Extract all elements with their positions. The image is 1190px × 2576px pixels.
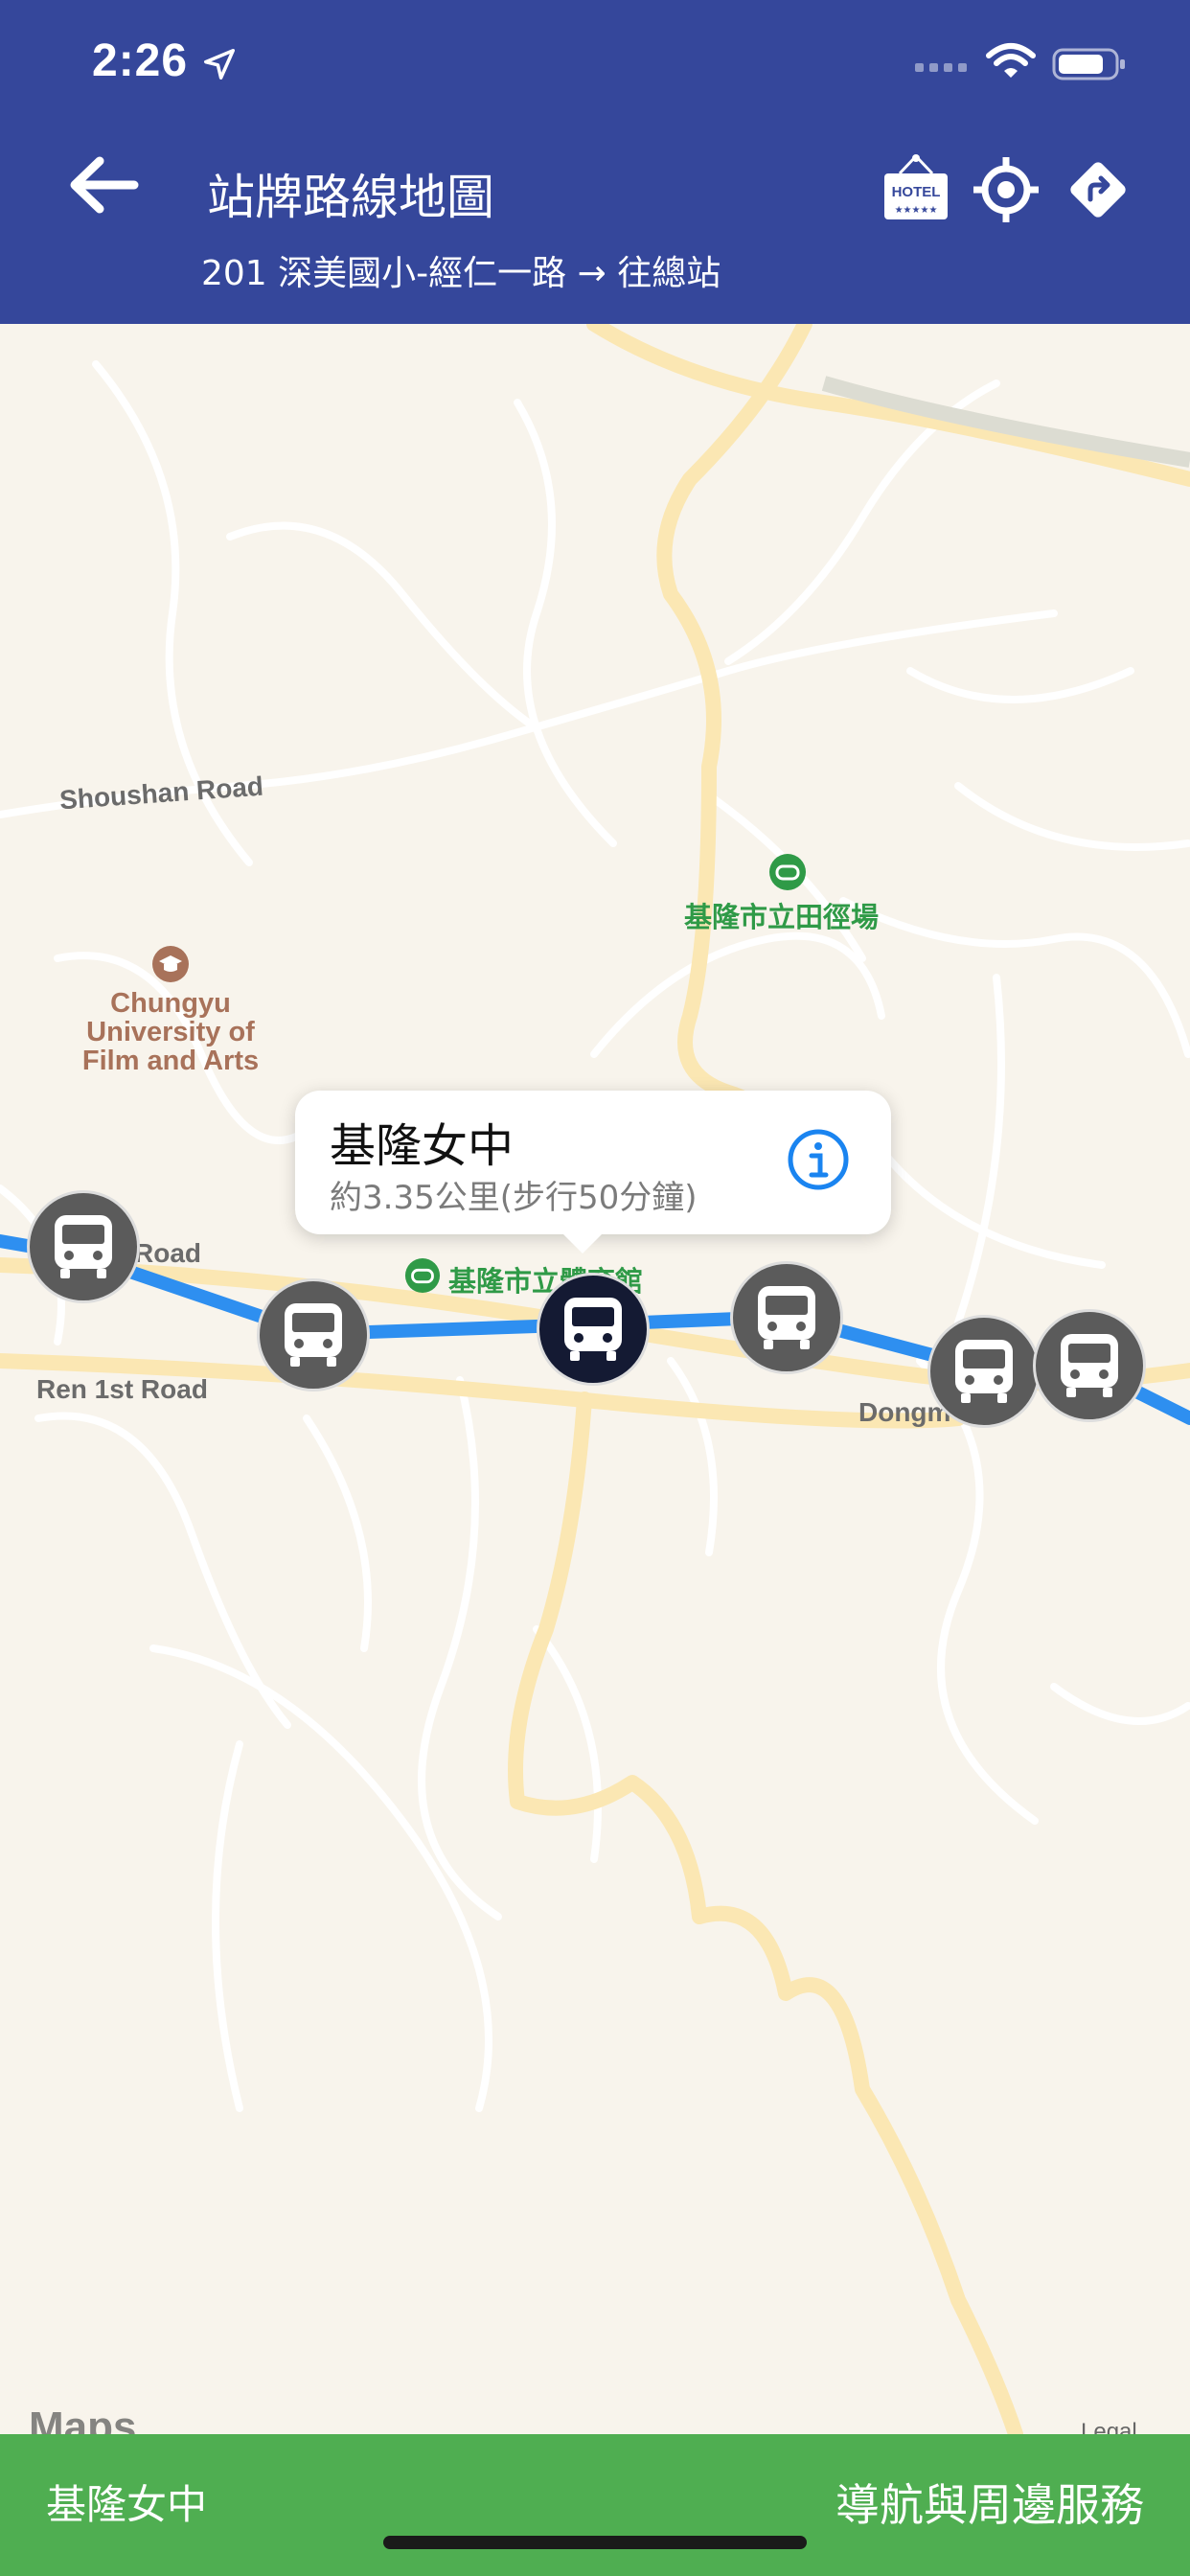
bus-icon: [758, 1286, 815, 1349]
poi-university[interactable]: Chungyu University of Film and Arts: [67, 989, 274, 1075]
nav-header: 2:26 站牌路線地圖 201 深美國小-經仁一路 → 往總站 HOTEL ★★…: [0, 0, 1190, 324]
road-label-ren1st: Ren 1st Road: [36, 1374, 208, 1404]
bus-icon: [955, 1340, 1013, 1403]
svg-text:HOTEL: HOTEL: [892, 184, 941, 200]
directions-icon: [1070, 162, 1126, 218]
bus-icon: [1061, 1334, 1118, 1397]
battery-icon: [1052, 48, 1125, 80]
cellular-signal-icon: [915, 63, 967, 72]
hotel-icon: HOTEL ★★★★★: [884, 154, 948, 219]
university-poi-icon: [152, 946, 189, 982]
home-indicator[interactable]: [383, 2536, 807, 2549]
selected-stop-name: 基隆女中: [46, 2481, 208, 2528]
callout-detail: 約3.35公里(步行50分鐘): [330, 1179, 698, 1217]
status-time: 2:26: [92, 35, 189, 86]
bottom-bar: 基隆女中 導航與周邊服務: [0, 2434, 1190, 2576]
bus-stop-marker[interactable]: [927, 1315, 1041, 1428]
locate-icon: [973, 157, 1039, 222]
gym-poi-icon: [404, 1257, 441, 1294]
poi-stadium[interactable]: 基隆市立田徑場: [684, 895, 879, 935]
bus-stop-marker[interactable]: [1033, 1309, 1146, 1422]
road-label-left: Road: [134, 1238, 201, 1268]
wifi-icon: [986, 43, 1036, 78]
bus-icon: [55, 1215, 112, 1278]
back-button[interactable]: [57, 142, 149, 228]
legal-link[interactable]: Legal: [1081, 2419, 1137, 2434]
stop-callout[interactable]: 基隆女中 約3.35公里(步行50分鐘): [295, 1091, 891, 1254]
directions-button[interactable]: [1058, 150, 1138, 230]
bus-stop-marker-selected[interactable]: [537, 1273, 650, 1386]
hotel-button[interactable]: HOTEL ★★★★★: [876, 150, 956, 230]
bus-stop-marker[interactable]: [730, 1261, 843, 1374]
bus-icon: [564, 1298, 622, 1361]
bus-stop-marker[interactable]: [257, 1278, 370, 1392]
bus-stop-marker[interactable]: [27, 1190, 140, 1303]
location-arrow-icon: [204, 49, 235, 80]
stadium-poi-icon: [769, 854, 806, 890]
page-title: 站牌路線地圖: [207, 170, 494, 225]
maps-brand: Maps: [29, 2404, 137, 2434]
callout-stop-name: 基隆女中: [330, 1119, 515, 1173]
locate-button[interactable]: [966, 150, 1046, 230]
info-icon[interactable]: [786, 1127, 851, 1192]
bus-icon: [285, 1303, 342, 1367]
svg-text:★★★★★: ★★★★★: [895, 205, 938, 216]
route-subtitle: 201 深美國小-經仁一路 → 往總站: [201, 254, 721, 293]
navigation-services-button[interactable]: 導航與周邊服務: [835, 2471, 1144, 2534]
back-arrow-icon: [70, 156, 139, 214]
